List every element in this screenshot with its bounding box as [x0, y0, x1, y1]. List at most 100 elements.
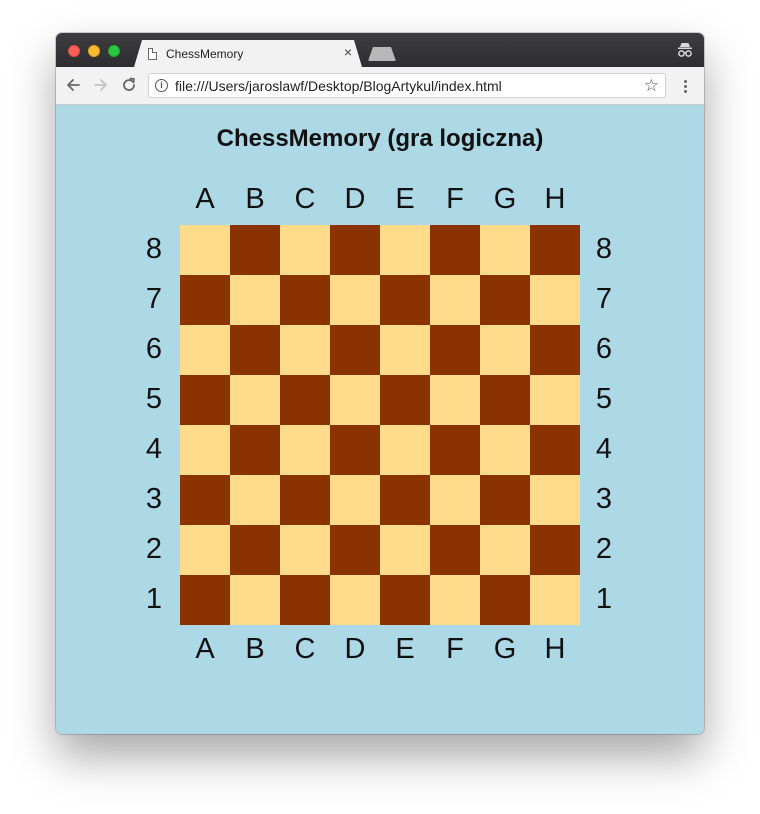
arrow-left-icon[interactable] — [64, 76, 82, 94]
file-label-top-e: E — [395, 183, 415, 215]
square-g5[interactable] — [480, 375, 530, 425]
square-e7[interactable] — [380, 275, 430, 325]
square-f7[interactable] — [430, 275, 480, 325]
file-label-bottom-d: D — [344, 633, 366, 665]
square-e3[interactable] — [380, 475, 430, 525]
square-e2[interactable] — [380, 525, 430, 575]
square-a8[interactable] — [180, 225, 230, 275]
square-a2[interactable] — [180, 525, 230, 575]
square-a1[interactable] — [180, 575, 230, 625]
file-label-bottom-h: H — [544, 633, 566, 665]
square-b3[interactable] — [230, 475, 280, 525]
rank-label-left-6: 6 — [145, 333, 163, 365]
new-tab-button[interactable] — [368, 47, 396, 61]
square-h7[interactable] — [530, 275, 580, 325]
square-d6[interactable] — [330, 325, 380, 375]
rank-label-right-8: 8 — [595, 233, 613, 265]
square-c7[interactable] — [280, 275, 330, 325]
square-e4[interactable] — [380, 425, 430, 475]
minimize-window-button[interactable] — [88, 45, 100, 57]
square-e8[interactable] — [380, 225, 430, 275]
square-b2[interactable] — [230, 525, 280, 575]
square-b1[interactable] — [230, 575, 280, 625]
square-e1[interactable] — [380, 575, 430, 625]
square-f4[interactable] — [430, 425, 480, 475]
square-h3[interactable] — [530, 475, 580, 525]
star-icon[interactable]: ☆ — [644, 76, 659, 95]
tab-close-icon[interactable]: × — [341, 45, 355, 59]
square-f1[interactable] — [430, 575, 480, 625]
kebab-menu-icon[interactable] — [678, 77, 694, 95]
square-g1[interactable] — [480, 575, 530, 625]
file-label-top-a: A — [195, 183, 215, 215]
square-c8[interactable] — [280, 225, 330, 275]
arrow-right-icon[interactable] — [92, 76, 110, 94]
square-c1[interactable] — [280, 575, 330, 625]
zoom-window-button[interactable] — [108, 45, 120, 57]
file-label-bottom-a: A — [195, 633, 215, 665]
square-d2[interactable] — [330, 525, 380, 575]
square-c2[interactable] — [280, 525, 330, 575]
rank-label-right-5: 5 — [595, 383, 613, 415]
square-h8[interactable] — [530, 225, 580, 275]
tab-strip: ChessMemory × — [56, 33, 704, 67]
file-label-top-b: B — [245, 183, 265, 215]
square-e6[interactable] — [380, 325, 430, 375]
square-c5[interactable] — [280, 375, 330, 425]
incognito-icon — [678, 43, 692, 57]
square-d7[interactable] — [330, 275, 380, 325]
square-f3[interactable] — [430, 475, 480, 525]
square-d4[interactable] — [330, 425, 380, 475]
browser-window: ChessMemory × i file:///Users/jaroslawf/… — [56, 33, 704, 734]
square-e5[interactable] — [380, 375, 430, 425]
rank-label-left-7: 7 — [145, 283, 163, 315]
square-g6[interactable] — [480, 325, 530, 375]
square-d8[interactable] — [330, 225, 380, 275]
square-h6[interactable] — [530, 325, 580, 375]
tab-chessmemory[interactable]: ChessMemory × — [134, 40, 362, 67]
rank-label-left-4: 4 — [145, 433, 163, 465]
square-b6[interactable] — [230, 325, 280, 375]
square-f2[interactable] — [430, 525, 480, 575]
reload-icon[interactable] — [120, 76, 138, 94]
square-a7[interactable] — [180, 275, 230, 325]
square-g4[interactable] — [480, 425, 530, 475]
rank-label-left-2: 2 — [145, 533, 163, 565]
square-g3[interactable] — [480, 475, 530, 525]
square-g7[interactable] — [480, 275, 530, 325]
page-content: ChessMemory (gra logiczna) AABBCCDDEEFFG… — [56, 105, 704, 734]
square-f6[interactable] — [430, 325, 480, 375]
square-f5[interactable] — [430, 375, 480, 425]
square-h4[interactable] — [530, 425, 580, 475]
square-c4[interactable] — [280, 425, 330, 475]
square-g2[interactable] — [480, 525, 530, 575]
square-g8[interactable] — [480, 225, 530, 275]
browser-toolbar: i file:///Users/jaroslawf/Desktop/BlogAr… — [56, 67, 704, 105]
square-a4[interactable] — [180, 425, 230, 475]
square-h1[interactable] — [530, 575, 580, 625]
tab-title: ChessMemory — [166, 47, 244, 61]
square-d5[interactable] — [330, 375, 380, 425]
square-h2[interactable] — [530, 525, 580, 575]
square-a5[interactable] — [180, 375, 230, 425]
square-c3[interactable] — [280, 475, 330, 525]
square-b7[interactable] — [230, 275, 280, 325]
square-b4[interactable] — [230, 425, 280, 475]
square-b8[interactable] — [230, 225, 280, 275]
close-window-button[interactable] — [68, 45, 80, 57]
square-f8[interactable] — [430, 225, 480, 275]
address-bar[interactable]: i file:///Users/jaroslawf/Desktop/BlogAr… — [148, 73, 666, 98]
square-c6[interactable] — [280, 325, 330, 375]
url-text[interactable]: file:///Users/jaroslawf/Desktop/BlogArty… — [175, 78, 502, 94]
square-d1[interactable] — [330, 575, 380, 625]
square-a3[interactable] — [180, 475, 230, 525]
square-d3[interactable] — [330, 475, 380, 525]
square-b5[interactable] — [230, 375, 280, 425]
info-icon[interactable]: i — [155, 79, 168, 92]
rank-label-right-3: 3 — [595, 483, 613, 515]
rank-label-left-1: 1 — [145, 583, 163, 615]
file-label-bottom-f: F — [446, 633, 464, 665]
square-a6[interactable] — [180, 325, 230, 375]
square-h5[interactable] — [530, 375, 580, 425]
file-label-top-d: D — [344, 183, 366, 215]
